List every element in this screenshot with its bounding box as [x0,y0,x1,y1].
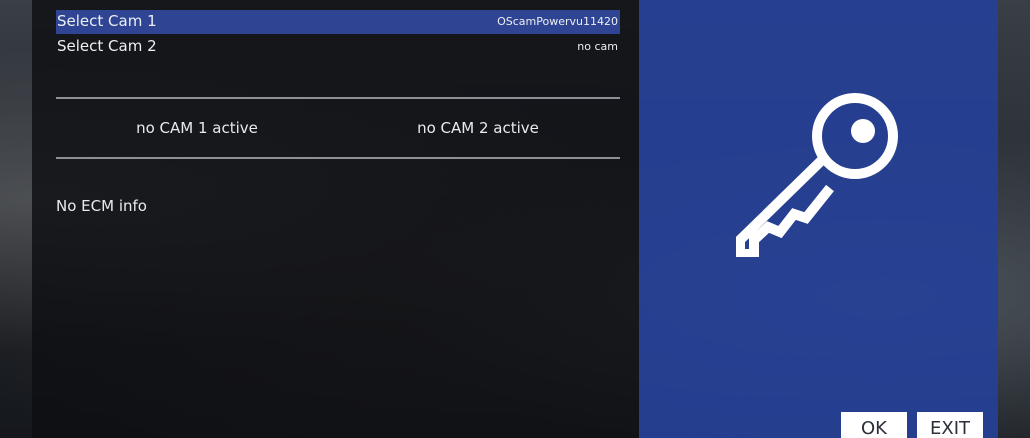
cam-2-status: no CAM 2 active [417,119,539,137]
key-icon [736,93,898,257]
select-cam-1-row[interactable]: Select Cam 1 OScamPowervu11420 [56,10,620,34]
select-cam-2-row[interactable]: Select Cam 2 no cam [56,35,620,59]
softcam-setup-screen: Select Cam 1 OScamPowervu11420 Select Ca… [0,0,1030,438]
cam-1-status: no CAM 1 active [136,119,258,137]
exit-button[interactable]: EXIT [917,412,983,438]
divider-bottom [56,157,620,159]
info-panel: OK EXIT [639,0,998,438]
select-cam-1-value: OScamPowervu11420 [497,15,618,28]
select-cam-2-label: Select Cam 2 [57,37,157,55]
select-cam-2-value: no cam [577,40,618,53]
select-cam-1-label: Select Cam 1 [57,12,157,30]
ecm-info-text: No ECM info [56,197,147,215]
ok-button[interactable]: OK [841,412,907,438]
cam-menu-panel: Select Cam 1 OScamPowervu11420 Select Ca… [32,0,639,438]
divider-top [56,97,620,99]
